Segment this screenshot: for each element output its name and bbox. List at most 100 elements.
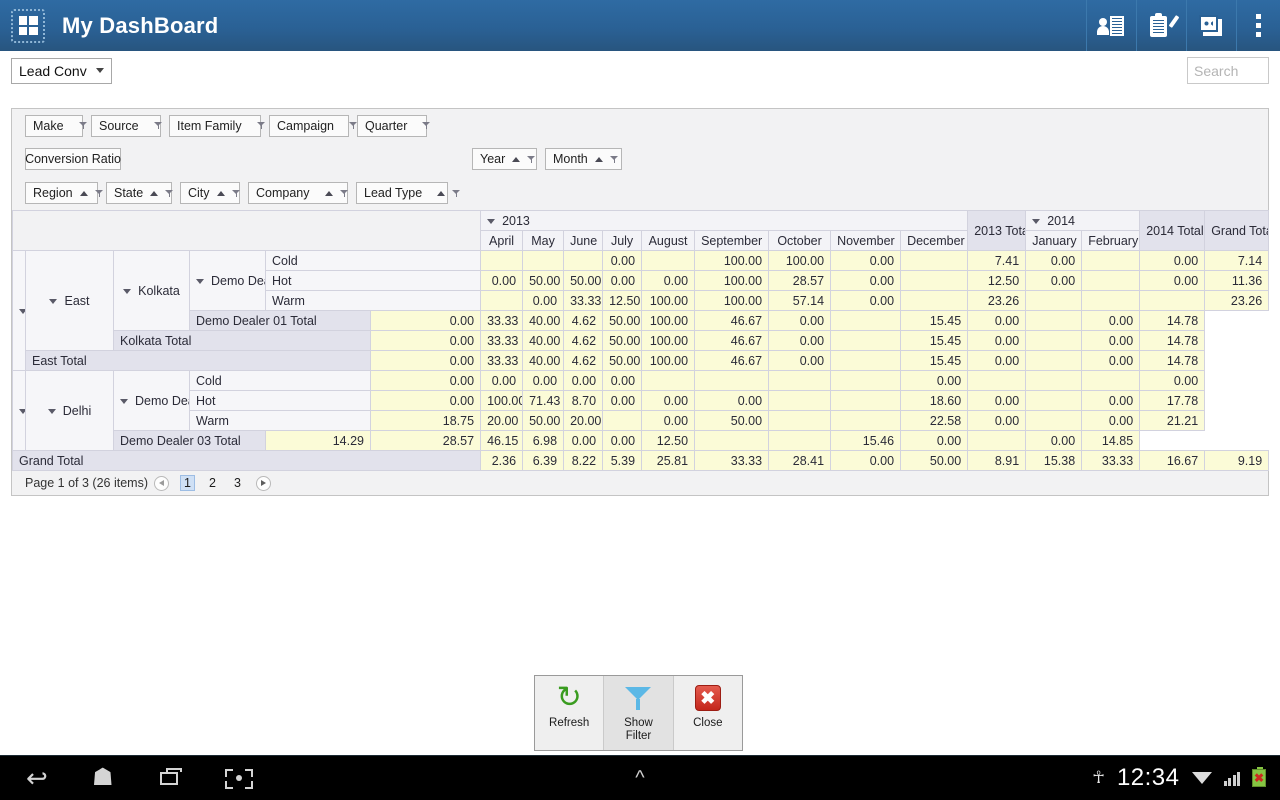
pagination-status: Page 1 of 3 (26 items) (25, 476, 148, 490)
row-field-region[interactable]: Region (25, 182, 103, 204)
funnel-icon (609, 155, 619, 164)
row-header-kolkata[interactable]: Kolkata (113, 250, 190, 331)
contact-card-icon[interactable] (1086, 0, 1136, 51)
cell-value: 4.62 (563, 350, 604, 371)
cell-value: 8.70 (563, 390, 604, 411)
column-month-september[interactable]: September (694, 230, 770, 251)
column-month-june[interactable]: June (563, 230, 604, 251)
column-2014-total[interactable]: 2014 Total (1139, 210, 1206, 251)
cell-value: 28.41 (768, 450, 832, 471)
page-number-3[interactable]: 3 (230, 475, 245, 491)
measure-and-column-bar: Conversion Ratio Year Month (12, 142, 1268, 176)
cell-value: 40.00 (522, 350, 565, 371)
report-selector-label: Lead Conv (19, 62, 87, 79)
column-2013-total[interactable]: 2013 Total (967, 210, 1027, 251)
refresh-icon: ↻ (556, 681, 582, 714)
year-group-2013[interactable]: 2013 (480, 210, 969, 231)
cell-value: 28.57 (369, 430, 482, 451)
cell-value: 22.58 (900, 410, 969, 431)
cell-value: 0.00 (522, 290, 565, 311)
cell-value: 100.00 (694, 270, 770, 291)
column-month-july[interactable]: July (602, 230, 643, 251)
row-header-india[interactable]: India (12, 250, 26, 371)
measure-chip-conversion-ratio[interactable]: Conversion Ratio (25, 148, 121, 170)
cell-value: 100.00 (694, 250, 770, 271)
column-field-year[interactable]: Year (472, 148, 537, 170)
cell-value: 0.00 (768, 350, 832, 371)
chevron-up-icon[interactable]: ^ (635, 767, 644, 790)
refresh-button-label: Refresh (549, 717, 590, 729)
cell-value: 2.36 (480, 450, 524, 471)
cell-value: 0.00 (602, 250, 643, 271)
cell-value: 0.00 (1025, 270, 1083, 291)
report-selector[interactable]: Lead Conv (11, 57, 112, 84)
dashboard-tiles-icon[interactable] (1186, 0, 1236, 51)
row-field-company[interactable]: Company (248, 182, 348, 204)
search-input[interactable]: Search (1187, 57, 1269, 84)
row-header-lead-type: Warm (264, 290, 482, 311)
chevron-right-icon[interactable] (255, 475, 271, 491)
chip-label: Company (256, 186, 310, 200)
row-header-lead-type: Warm (189, 410, 371, 431)
chevron-left-icon[interactable] (153, 475, 169, 491)
cell-value (1025, 350, 1083, 371)
row-field-lead-type[interactable]: Lead Type (356, 182, 461, 204)
cell-value (768, 390, 832, 411)
cell-value (900, 290, 969, 311)
chevron-down-icon (95, 68, 104, 73)
table-row: Hot 0.00 100.00 71.43 8.70 0.00 0.00 0.0… (13, 390, 1269, 411)
close-button[interactable]: ✖ Close (674, 676, 742, 750)
show-filter-button[interactable]: Show Filter (603, 676, 674, 750)
filter-chip-campaign[interactable]: Campaign (269, 114, 357, 137)
overflow-menu-icon[interactable] (1236, 0, 1280, 51)
cell-value: 0.00 (641, 270, 696, 291)
cell-value: 57.14 (768, 290, 832, 311)
column-month-november[interactable]: November (830, 230, 902, 251)
page-number-1[interactable]: 1 (179, 475, 195, 491)
filter-chip-source[interactable]: Source (91, 114, 162, 137)
cell-value (830, 370, 902, 391)
clipboard-edit-icon[interactable] (1136, 0, 1186, 51)
funnel-icon (339, 189, 344, 198)
row-header-east[interactable]: East (25, 250, 114, 351)
back-arrow-icon[interactable]: ↩ (26, 765, 56, 791)
column-grand-total[interactable]: Grand Total (1204, 210, 1270, 251)
page-number-2[interactable]: 2 (205, 475, 220, 491)
cell-value: 15.45 (900, 330, 969, 351)
column-month-august[interactable]: August (641, 230, 696, 251)
floating-action-toolbar: ↻ Refresh Show Filter ✖ Close (534, 675, 743, 751)
column-field-month[interactable]: Month (545, 148, 622, 170)
cell-value: 50.00 (602, 310, 643, 331)
filter-chip-make[interactable]: Make (25, 114, 87, 137)
row-header-north[interactable]: North (12, 370, 26, 451)
column-month-january[interactable]: January (1025, 230, 1083, 251)
cell-value: 0.00 (1081, 410, 1141, 431)
column-month-may[interactable]: May (522, 230, 565, 251)
home-icon[interactable]: ☗ (92, 765, 122, 791)
year-group-2014[interactable]: 2014 (1025, 210, 1141, 231)
row-header-demo-dealer-01[interactable]: Demo Dealer 01 (189, 250, 266, 311)
cell-value: 0.00 (900, 370, 969, 391)
table-row-grand-total: Grand Total 2.36 6.39 8.22 5.39 25.81 33… (11, 450, 1270, 471)
app-header-actions (1086, 0, 1280, 51)
chip-label: State (114, 186, 144, 200)
cell-value (830, 330, 902, 351)
cell-value: 50.00 (522, 410, 565, 431)
column-month-december[interactable]: December (900, 230, 969, 251)
row-field-state[interactable]: State (106, 182, 174, 204)
cell-value: 0.00 (830, 270, 902, 291)
cell-value: 0.00 (480, 270, 524, 291)
filter-chip-quarter[interactable]: Quarter (357, 114, 431, 137)
filter-chip-item-family[interactable]: Item Family (169, 114, 265, 137)
collapse-triangle-icon (120, 398, 128, 404)
column-month-february[interactable]: February (1081, 230, 1141, 251)
recent-apps-icon[interactable] (158, 765, 188, 791)
column-month-october[interactable]: October (768, 230, 832, 251)
refresh-button[interactable]: ↻ Refresh (535, 676, 603, 750)
row-field-city[interactable]: City (180, 182, 240, 204)
column-month-april[interactable]: April (480, 230, 524, 251)
row-header-demo-dealer-03[interactable]: Demo Dealer 03 (113, 370, 190, 431)
dashboard-grid-icon[interactable] (11, 8, 45, 43)
screenshot-icon[interactable] (224, 765, 254, 791)
row-header-delhi[interactable]: Delhi (25, 370, 114, 451)
